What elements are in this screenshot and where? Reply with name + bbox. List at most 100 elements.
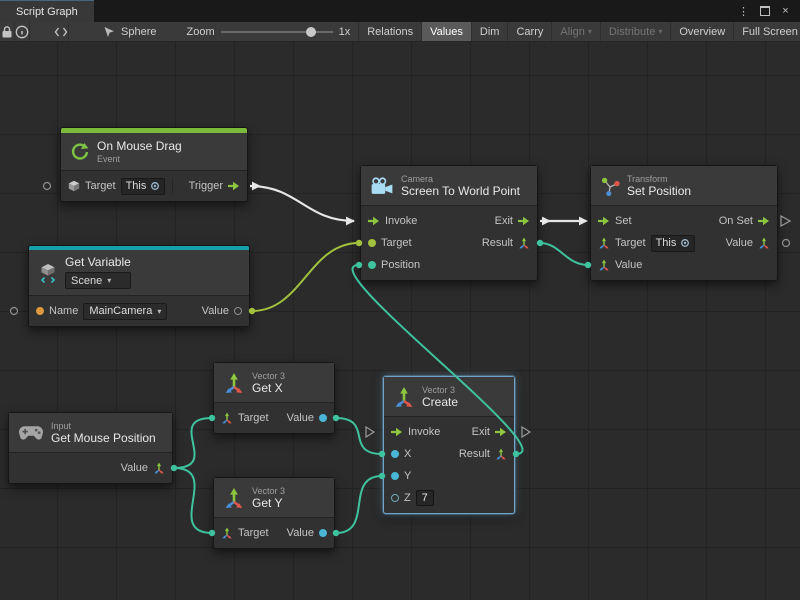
port-label-result: Result [482,237,513,249]
vector3-port-icon[interactable] [221,412,233,424]
flow-output-port[interactable] [758,216,770,226]
vector3-port-icon[interactable] [153,462,165,474]
node-header: Get Variable Scene ▾ [29,250,249,296]
transform-icon [600,176,620,196]
zoom-slider-track[interactable] [221,31,333,33]
z-input-port[interactable] [391,494,399,502]
x-input-port[interactable] [391,450,399,458]
maximize-button[interactable] [756,3,773,19]
node-header: Vector 3 Get X [214,363,334,403]
zoom-cluster: Zoom 1x [178,22,358,41]
port-label-exit: Exit [472,426,490,438]
vector3-port-icon[interactable] [495,448,507,460]
node-get-mouse-position[interactable]: Input Get Mouse Position Value [8,412,173,484]
caret-icon: ▾ [107,276,111,285]
position-input-port[interactable] [368,261,376,269]
window-menu-icon[interactable]: ⋮ [735,3,752,19]
port-label-target: Target [615,237,646,249]
graph-target-name: Sphere [121,26,156,38]
node-vector3-get-x[interactable]: Vector 3 Get X Target Value [213,362,335,434]
variable-scope-dropdown[interactable]: Scene ▾ [65,272,131,289]
vector3-port-icon[interactable] [518,237,530,249]
object-picker-icon [680,238,690,248]
node-vector3-create[interactable]: Vector 3 Create Invoke Exit X Result Y Z [383,376,515,514]
port-row: Name MainCamera ▾ Value [29,300,249,322]
vector3-port-icon[interactable] [758,237,770,249]
port-label-target: Target [381,237,412,249]
toolbar-button-carry[interactable]: Carry [507,22,551,41]
string-input-port[interactable] [36,307,44,315]
port-row: Target This Value [591,232,777,254]
toolbar-button-distribute[interactable]: Distribute▾ [600,22,670,41]
transform-port-icon[interactable] [598,237,610,249]
toolbar-button-relations[interactable]: Relations [358,22,421,41]
port-label-target: Target [238,412,269,424]
zoom-slider-knob[interactable] [306,27,316,37]
gamepad-icon [18,425,44,440]
target-object-chip[interactable]: This [651,235,696,252]
zoom-label: Zoom [186,26,214,38]
y-input-port[interactable] [391,472,399,480]
node-title: Get X [252,382,285,395]
port-label-target: Target [85,180,116,192]
toolbar-button-overview[interactable]: Overview [670,22,733,41]
value-output-port[interactable] [319,414,327,422]
node-get-variable[interactable]: Get Variable Scene ▾ Name MainCamera ▾ V… [28,245,250,327]
node-screen-to-world-point[interactable]: Camera Screen To World Point Invoke Exit… [360,165,538,281]
node-header: Vector 3 Create [384,377,514,417]
port-row: Target This Trigger [61,175,247,197]
flow-output-port[interactable] [518,216,530,226]
vector3-port-icon[interactable] [221,527,233,539]
camera-icon [370,177,394,195]
value-output-port[interactable] [319,529,327,537]
node-category: Vector 3 [422,385,458,395]
target-object-chip[interactable]: This [121,178,166,195]
port-row: Invoke Exit [361,210,537,232]
port-label-value: Value [287,412,314,424]
toolbar-button-dim[interactable]: Dim [471,22,508,41]
toolbar-button-fullscreen[interactable]: Full Screen [733,22,800,41]
close-button[interactable]: × [777,3,794,19]
node-vector3-get-y[interactable]: Vector 3 Get Y Target Value [213,477,335,549]
code-view-button[interactable] [54,22,69,41]
info-button[interactable] [15,22,30,41]
flow-output-port[interactable] [228,181,240,191]
zoom-value: 1x [339,26,351,38]
flow-input-port[interactable] [391,427,403,437]
toolbar-button-values[interactable]: Values [421,22,471,41]
flow-input-port[interactable] [368,216,380,226]
node-category: Vector 3 [252,486,285,496]
node-title: Get Mouse Position [51,432,156,445]
tab-bar: Script Graph ⋮ × [0,0,800,22]
toolbar-button-align[interactable]: Align▾ [551,22,599,41]
flow-input-port[interactable] [598,216,610,226]
port-label-name: Name [49,305,78,317]
port-row: Position [361,254,537,276]
lock-button[interactable] [0,22,15,41]
port-row: Z [384,487,514,509]
node-title: On Mouse Drag [97,140,182,153]
event-icon [70,142,90,162]
vector3-port-icon[interactable] [598,259,610,271]
pointer-icon [103,26,115,38]
port-row: Value [9,457,172,479]
node-on-mouse-drag[interactable]: On Mouse Drag Event Target This Trigger [60,127,248,202]
node-set-position[interactable]: Transform Set Position Set On Set Target… [590,165,778,281]
zoom-slider[interactable] [221,26,333,38]
window-controls: ⋮ × [735,0,800,22]
flow-output-port[interactable] [495,427,507,437]
value-output-port[interactable] [234,307,242,315]
dropdown-value: Scene [71,275,102,287]
port-label-invoke: Invoke [408,426,440,438]
code-icon [54,25,68,39]
node-header: Transform Set Position [591,166,777,206]
node-title: Get Y [252,497,285,510]
maximize-icon [760,6,770,16]
graph-target-breadcrumb[interactable]: Sphere [95,22,164,41]
z-value-field[interactable] [416,490,434,506]
variable-name-dropdown[interactable]: MainCamera ▾ [83,303,167,320]
tab-script-graph[interactable]: Script Graph [0,0,94,22]
target-input-port[interactable] [368,239,376,247]
caret-icon: ▾ [588,27,592,36]
node-header: Input Get Mouse Position [9,413,172,453]
